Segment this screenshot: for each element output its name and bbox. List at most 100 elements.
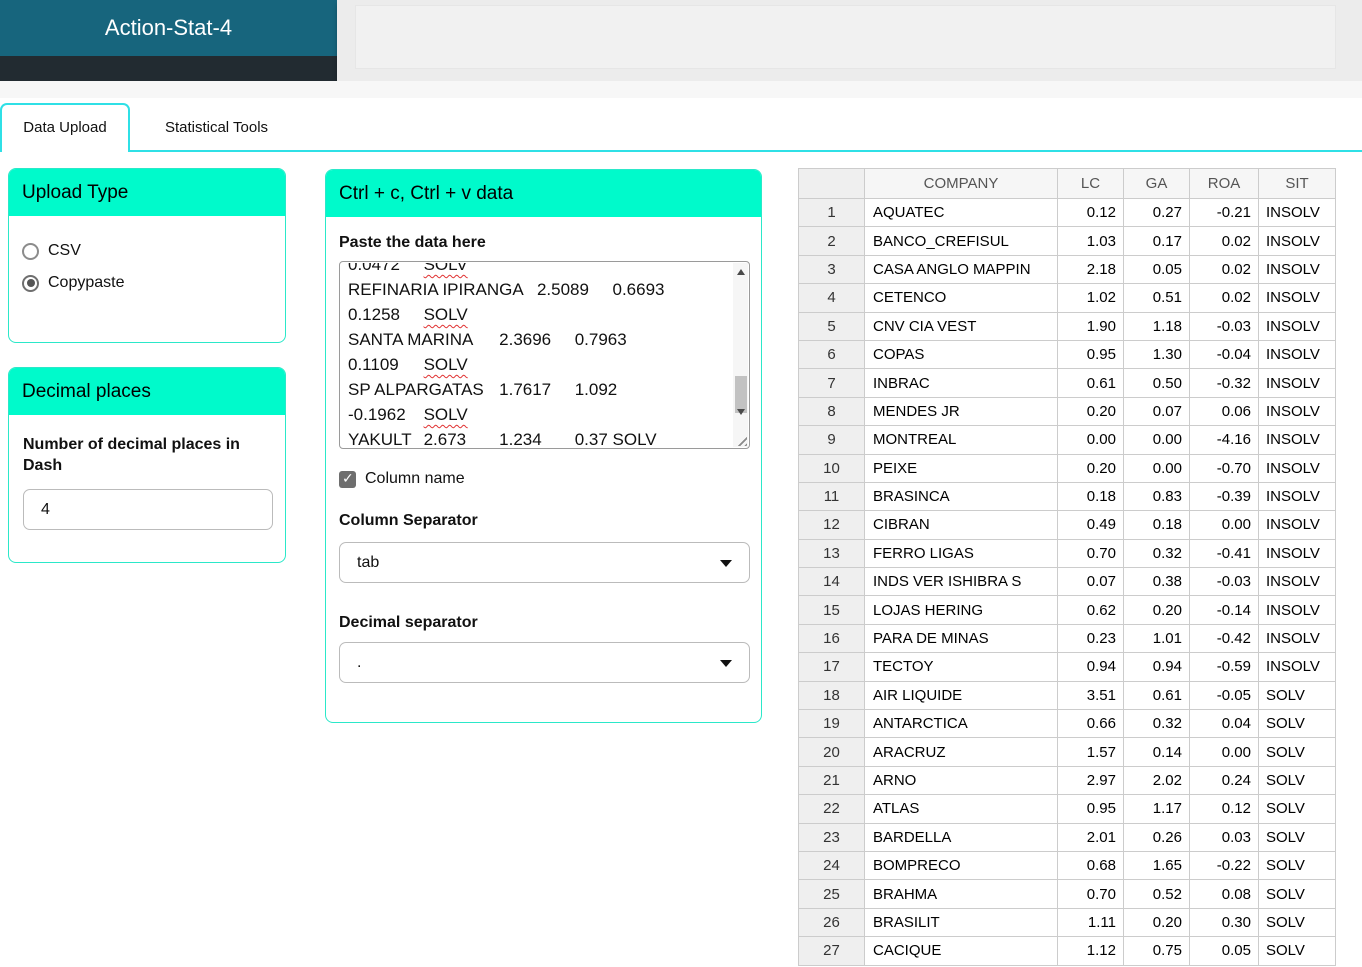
table-cell: CASA ANGLO MAPPIN [864,254,1058,285]
table-cell: 0.50 [1123,368,1190,398]
tab-data-upload[interactable]: Data Upload [0,103,130,152]
table-cell: AIR LIQUIDE [864,680,1058,711]
table-row: 17 TECTOY 0.94 0.94 -0.59 INSOLV [798,652,1336,682]
row-number-cell: 22 [798,794,865,824]
table-cell: 0.05 [1189,936,1259,966]
table-cell: 0.02 [1189,254,1259,285]
table-row: 6 COPAS 0.95 1.30 -0.04 INSOLV [798,339,1336,370]
row-number-cell: 3 [798,254,865,285]
row-number-cell: 17 [798,652,865,682]
table-row: 16 PARA DE MINAS 0.23 1.01 -0.42 INSOLV [798,623,1336,654]
decimal-places-panel-title: Decimal places [9,368,285,415]
table-cell: 0.12 [1189,794,1259,824]
table-cell: 0.83 [1123,481,1190,512]
table-cell: INSOLV [1258,283,1336,313]
table-cell: BRASILIT [864,907,1058,938]
paste-data-label: Paste the data here [339,234,486,251]
header-right-inner-panel [355,5,1336,69]
scroll-up-icon[interactable] [733,263,748,280]
checkbox-icon[interactable] [339,470,356,488]
row-number-cell: 2 [798,226,865,256]
row-number-cell: 7 [798,368,865,398]
table-cell: 1.11 [1057,907,1124,938]
tab-statistical-tools[interactable]: Statistical Tools [130,103,303,152]
table-cell: 0.18 [1123,510,1190,540]
table-cell: 0.38 [1123,567,1190,597]
table-cell: 0.07 [1057,567,1124,597]
table-cell: INSOLV [1258,567,1336,597]
table-cell: SOLV [1258,822,1336,852]
row-number-cell: 15 [798,595,865,625]
paste-data-textarea[interactable]: 0.0472 SOLV REFINARIA IPIRANGA 2.5089 0.6… [339,261,750,449]
table-cell: SOLV [1258,879,1336,909]
table-cell: 1.30 [1123,339,1190,370]
decimal-separator-select[interactable]: . [339,642,750,683]
upload-type-radio-group: CSV Copypaste [9,216,285,292]
upload-type-panel-title: Upload Type [9,169,285,216]
table-cell: LOJAS HERING [864,595,1058,625]
table-cell: 0.12 [1057,197,1124,228]
table-cell: 0.00 [1189,510,1259,540]
table-cell: 0.52 [1123,879,1190,909]
row-number-cell: 8 [798,396,865,427]
radio-button-icon [22,242,39,260]
paste-data-line: SANTA MARINA 2.3696 0.7963 [348,330,627,349]
row-number-cell: 13 [798,538,865,569]
scroll-down-icon[interactable] [733,403,748,420]
paste-data-line: 0.1258 SOLV [348,305,468,324]
row-number-cell: 6 [798,339,865,370]
table-cell: 0.20 [1123,595,1190,625]
table-cell: 0.05 [1123,254,1190,285]
table-cell: INSOLV [1258,510,1336,540]
table-cell: 0.94 [1057,652,1124,682]
radio-option-copypaste[interactable]: Copypaste [22,274,285,292]
paste-data-panel-title: Ctrl + c, Ctrl + v data [326,170,761,217]
table-cell: 0.00 [1123,425,1190,455]
table-cell: INSOLV [1258,425,1336,455]
table-cell: INSOLV [1258,652,1336,682]
table-cell: 0.17 [1123,226,1190,256]
paste-data-line: SP ALPARGATAS 1.7617 1.092 [348,380,618,399]
paste-data-text: 0.0472 SOLV REFINARIA IPIRANGA 2.5089 0.6… [348,263,732,447]
app-header: Action-Stat-4 [0,0,337,56]
table-cell: -0.59 [1189,652,1259,682]
row-number-cell: 16 [798,623,865,654]
tab-data-upload-label: Data Upload [23,119,107,136]
table-cell: 0.49 [1057,510,1124,540]
table-header-rownum [798,168,865,199]
column-name-checkbox-label: Column name [365,470,465,487]
table-cell: 0.62 [1057,595,1124,625]
table-cell: ANTARCTICA [864,709,1058,739]
radio-option-csv[interactable]: CSV [22,242,285,260]
table-cell: 2.18 [1057,254,1124,285]
table-cell: 0.00 [1189,737,1259,767]
column-separator-value: tab [357,554,380,571]
table-row: 10 PEIXE 0.20 0.00 -0.70 INSOLV [798,453,1336,483]
table-cell: 0.06 [1189,396,1259,427]
column-separator-select[interactable]: tab [339,542,750,583]
table-cell: PEIXE [864,453,1058,483]
table-row: 7 INBRAC 0.61 0.50 -0.32 INSOLV [798,368,1336,398]
textarea-scrollbar[interactable] [733,263,748,447]
decimal-places-input[interactable] [23,489,273,530]
row-number-cell: 20 [798,737,865,767]
table-cell: -0.05 [1189,680,1259,711]
table-cell: INSOLV [1258,623,1336,654]
table-cell: 2.97 [1057,765,1124,796]
table-cell: SOLV [1258,680,1336,711]
column-name-checkbox-row[interactable]: Column name [339,470,465,488]
table-cell: 1.17 [1123,794,1190,824]
row-number-cell: 21 [798,765,865,796]
table-cell: 0.08 [1189,879,1259,909]
row-number-cell: 14 [798,567,865,597]
table-header-roa: ROA [1189,168,1259,199]
table-cell: ARNO [864,765,1058,796]
table-cell: -4.16 [1189,425,1259,455]
table-row: 1 AQUATEC 0.12 0.27 -0.21 INSOLV [798,197,1336,228]
table-cell: -0.42 [1189,623,1259,654]
table-row: 9 MONTREAL 0.00 0.00 -4.16 INSOLV [798,425,1336,455]
table-cell: 3.51 [1057,680,1124,711]
table-cell: 0.51 [1123,283,1190,313]
table-cell: 0.95 [1057,794,1124,824]
table-row: 20 ARACRUZ 1.57 0.14 0.00 SOLV [798,737,1336,767]
